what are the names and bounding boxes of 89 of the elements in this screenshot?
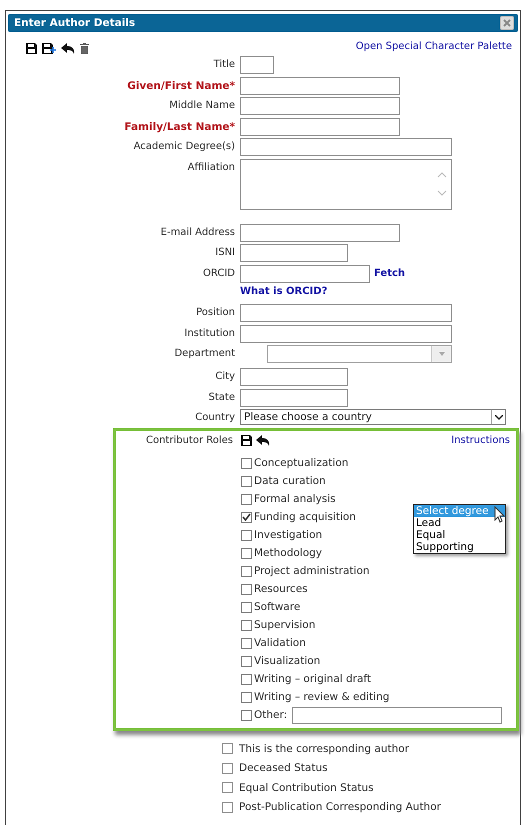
degree-option[interactable]: Lead: [414, 517, 505, 529]
undo-icon[interactable]: [61, 43, 75, 54]
field-label: ORCID: [203, 266, 235, 278]
option-label: Post-Publication Corresponding Author: [239, 801, 441, 814]
checkbox[interactable]: [241, 656, 252, 666]
field-label: Position: [196, 306, 235, 318]
save-icon[interactable]: [241, 435, 252, 446]
text-field[interactable]: [240, 118, 400, 136]
checkbox[interactable]: [241, 692, 252, 702]
option-label: This is the corresponding author: [239, 742, 410, 755]
role-label: Funding acquisition: [254, 511, 356, 523]
role-label: Formal analysis: [254, 493, 336, 505]
field-label: Affiliation: [188, 160, 235, 172]
role-label: Software: [254, 601, 300, 613]
caret-icon: [438, 352, 444, 356]
checkbox[interactable]: [241, 674, 252, 684]
role-label: Resources: [254, 583, 308, 595]
degree-option[interactable]: Equal: [414, 529, 505, 541]
checkbox[interactable]: [241, 512, 252, 522]
degree-option[interactable]: Supporting: [414, 541, 505, 553]
close-button[interactable]: [500, 16, 514, 30]
field-label: Academic Degree(s): [134, 140, 235, 152]
role-label: Writing – original draft: [254, 673, 372, 685]
field-label: E-mail Address: [160, 226, 235, 238]
undo-icon[interactable]: [256, 435, 270, 446]
checkbox[interactable]: [241, 566, 252, 576]
option-label: Equal Contribution Status: [239, 782, 374, 794]
pointer-cursor-icon: [494, 506, 505, 523]
text-field[interactable]: [240, 264, 370, 282]
other-role-field[interactable]: [292, 706, 502, 724]
role-label: Supervision: [254, 619, 316, 631]
field-label: Department: [174, 347, 235, 359]
checkbox[interactable]: [241, 548, 252, 558]
checkbox[interactable]: [241, 494, 252, 504]
text-field[interactable]: [240, 368, 348, 386]
checkbox[interactable]: [241, 710, 252, 720]
role-label: Validation: [254, 637, 306, 649]
field-label: City: [215, 370, 235, 382]
checkbox[interactable]: [222, 782, 233, 794]
field-label: Institution: [184, 326, 235, 338]
degree-listbox[interactable]: Select degree Lead Equal Supporting: [413, 504, 506, 554]
checkbox[interactable]: [222, 762, 233, 774]
checkbox[interactable]: [241, 476, 252, 486]
role-label: Data curation: [254, 475, 326, 487]
option-label: Deceased Status: [239, 762, 328, 774]
special-character-link[interactable]: Open Special Character Palette: [356, 41, 512, 56]
checkbox[interactable]: [241, 530, 252, 540]
checkbox[interactable]: [222, 802, 233, 813]
instructions-link[interactable]: Instructions: [451, 435, 510, 446]
checkbox[interactable]: [241, 458, 252, 468]
text-field[interactable]: [240, 138, 452, 156]
text-field[interactable]: [240, 304, 452, 322]
field-label: Given/First Name*: [127, 78, 235, 92]
checkbox[interactable]: [241, 620, 252, 630]
fetch-link[interactable]: Fetch: [374, 268, 406, 279]
text-field[interactable]: [240, 56, 274, 74]
role-label: Investigation: [254, 529, 322, 541]
role-label: Conceptualization: [254, 457, 348, 469]
text-field[interactable]: [240, 244, 348, 262]
text-field[interactable]: [240, 97, 400, 115]
text-field[interactable]: [240, 224, 400, 242]
role-label: Methodology: [254, 547, 322, 559]
textarea-field[interactable]: [240, 158, 452, 210]
save-add-icon[interactable]: [42, 43, 56, 54]
checkbox[interactable]: [222, 743, 233, 754]
checkbox[interactable]: [241, 638, 252, 648]
field-label: State: [208, 390, 235, 402]
department-combo[interactable]: [267, 345, 452, 363]
field-label: ISNI: [215, 246, 235, 258]
chevron-down-icon: [494, 414, 502, 420]
field-label: Family/Last Name*: [124, 120, 235, 132]
text-field[interactable]: [240, 324, 452, 342]
window-title: Enter Author Details: [14, 17, 136, 29]
orcid-help-link[interactable]: What is ORCID?: [240, 285, 518, 297]
text-field[interactable]: [240, 388, 348, 406]
field-label: Contributor Roles: [146, 435, 233, 446]
trash-icon[interactable]: [80, 43, 89, 54]
role-label: Project administration: [254, 565, 370, 577]
checkbox[interactable]: [241, 602, 252, 612]
role-label: Writing – review & editing: [254, 691, 390, 703]
text-field[interactable]: [240, 76, 400, 94]
country-select[interactable]: Please choose a country: [240, 409, 506, 425]
field-label: Middle Name: [169, 99, 235, 111]
role-label: Other:: [254, 709, 288, 721]
field-label: Country: [195, 411, 235, 423]
checkbox[interactable]: [241, 584, 252, 594]
field-label: Title: [214, 58, 235, 70]
role-label: Visualization: [254, 655, 320, 667]
save-icon[interactable]: [26, 43, 37, 54]
